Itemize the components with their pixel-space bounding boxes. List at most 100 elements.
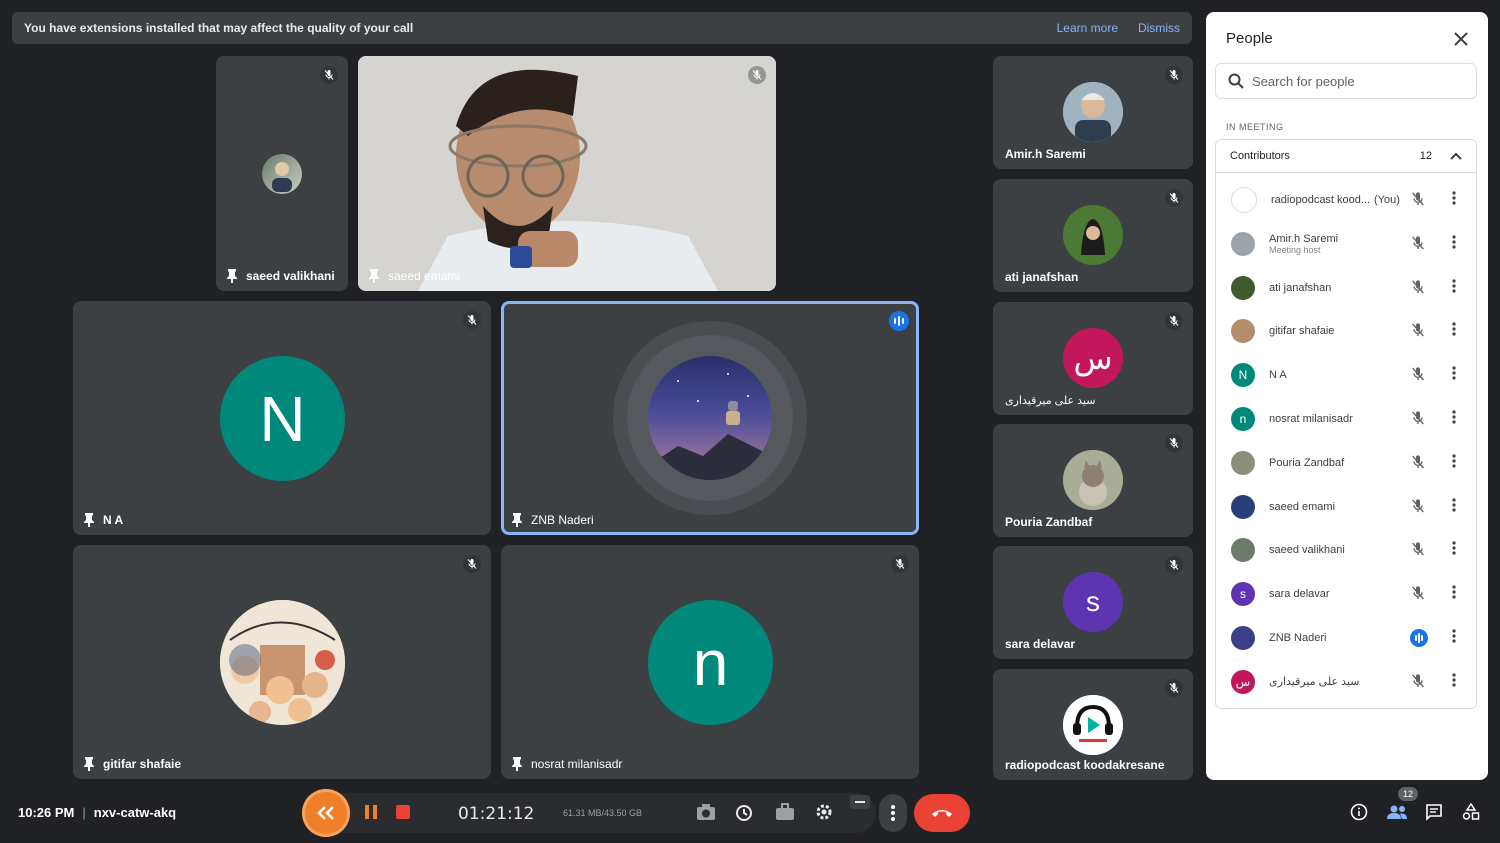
tile-saeed-valikhani[interactable]: saeed valikhani <box>216 56 348 291</box>
more-vertical-icon[interactable] <box>1452 585 1456 604</box>
pin-icon[interactable] <box>83 757 95 771</box>
more-vertical-icon[interactable] <box>1452 191 1456 210</box>
tile-na[interactable]: N N A <box>73 301 491 535</box>
speaking-indicator-icon <box>1410 629 1428 652</box>
participant-row[interactable]: س سید علی میرقیداری <box>1216 660 1478 704</box>
more-vertical-icon[interactable] <box>1452 366 1456 385</box>
learn-more-link[interactable]: Learn more <box>1057 21 1118 35</box>
pin-icon[interactable] <box>511 757 523 771</box>
participant-name-label: saeed emami <box>1269 500 1336 513</box>
participant-name: radiopodcast koodakresane <box>1005 758 1164 772</box>
tile-ati-janafshan[interactable]: ati janafshan <box>993 179 1193 292</box>
participant-row[interactable]: ZNB Naderi <box>1216 616 1478 660</box>
participant-row[interactable]: radiopodcast kood... (You) <box>1216 178 1478 222</box>
name-label: saeed emami <box>388 269 461 283</box>
pin-icon[interactable] <box>368 269 380 283</box>
participant-avatar <box>1231 494 1255 519</box>
tile-pouria-zandbaf[interactable]: Pouria Zandbaf <box>993 424 1193 537</box>
tile-nosrat-milanisadr[interactable]: n nosrat milanisadr <box>501 545 919 779</box>
name-label: Pouria Zandbaf <box>1005 515 1093 529</box>
participant-name: Pouria Zandbaf <box>1269 457 1399 469</box>
people-button[interactable] <box>1386 802 1408 822</box>
more-vertical-icon[interactable] <box>1452 235 1456 254</box>
you-label: (You) <box>1374 194 1400 206</box>
recorder-collapse-button[interactable] <box>302 789 350 837</box>
people-panel: People Search for people IN MEETING Cont… <box>1206 12 1488 780</box>
name-label: sara delavar <box>1005 637 1076 651</box>
more-vertical-icon[interactable] <box>1452 278 1456 298</box>
pause-button[interactable] <box>362 803 380 821</box>
muted-mic-icon <box>1410 410 1426 431</box>
participant-name: ati janafshan <box>1269 282 1399 294</box>
camera-video <box>358 56 776 291</box>
more-vertical-icon[interactable] <box>1452 497 1456 517</box>
participant-row[interactable]: n nosrat milanisadr <box>1216 397 1478 441</box>
participant-name: ZNB Naderi <box>511 513 594 527</box>
participant-row[interactable]: s sara delavar <box>1216 572 1478 616</box>
participant-name-label: ZNB Naderi <box>1269 632 1327 644</box>
more-vertical-icon[interactable] <box>1452 629 1456 648</box>
participant-avatar <box>1231 231 1255 256</box>
participant-name: nosrat milanisadr <box>1269 413 1399 425</box>
more-vertical-icon[interactable] <box>1452 410 1456 429</box>
close-icon[interactable] <box>1450 28 1472 50</box>
separator: | <box>82 805 86 820</box>
meeting-details-button[interactable] <box>1350 803 1368 821</box>
screenshot-button[interactable] <box>696 802 716 822</box>
stop-button[interactable] <box>394 803 412 821</box>
muted-mic-icon <box>1410 366 1426 387</box>
participant-name-label: Amir.h Saremi <box>1269 232 1339 245</box>
participant-avatar <box>1231 187 1257 213</box>
muted-mic-icon <box>748 66 766 84</box>
participant-row[interactable]: saeed emami <box>1216 485 1478 529</box>
extensions-warning-banner: You have extensions installed that may a… <box>12 12 1192 44</box>
participant-name: sara delavar <box>1269 588 1399 600</box>
tile-radiopodcast[interactable]: radiopodcast koodakresane <box>993 669 1193 780</box>
pin-icon[interactable] <box>511 513 523 527</box>
minimize-recorder-button[interactable] <box>850 795 870 809</box>
more-options-button[interactable] <box>879 794 907 832</box>
tile-gitifar-shafaie[interactable]: gitifar shafaie <box>73 545 491 779</box>
activities-button[interactable] <box>1462 803 1480 821</box>
tile-amir-saremi[interactable]: Amir.h Saremi <box>993 56 1193 169</box>
participant-row[interactable]: ati janafshan <box>1216 266 1478 310</box>
name-label: Amir.h Saremi <box>1005 147 1086 161</box>
search-placeholder: Search for people <box>1252 73 1355 89</box>
shapes-icon <box>1462 803 1480 820</box>
banner-message: You have extensions installed that may a… <box>24 21 414 35</box>
tile-seyed-ali[interactable]: س سید علی میرقیداری <box>993 302 1193 415</box>
contributors-header[interactable]: Contributors 12 <box>1216 140 1476 173</box>
participant-avatar: n <box>1231 407 1255 431</box>
participant-row[interactable]: gitifar shafaie <box>1216 309 1478 353</box>
participant-row[interactable]: Amir.h Saremi Meeting host <box>1216 222 1478 266</box>
name-label: ZNB Naderi <box>531 513 594 527</box>
recorder-settings-button[interactable] <box>814 802 834 822</box>
schedule-button[interactable] <box>734 802 754 822</box>
dismiss-button[interactable]: Dismiss <box>1138 21 1180 35</box>
toolbox-button[interactable] <box>775 802 795 822</box>
participant-name-label: sara delavar <box>1269 588 1330 601</box>
pin-icon[interactable] <box>83 513 95 527</box>
participant-avatar: s <box>1231 582 1255 607</box>
tile-znb-naderi[interactable]: ZNB Naderi <box>501 301 919 535</box>
leave-call-button[interactable] <box>914 794 970 832</box>
chevron-up-icon[interactable] <box>1450 152 1462 160</box>
more-vertical-icon[interactable] <box>1452 454 1456 473</box>
muted-mic-icon <box>1410 585 1426 606</box>
pin-icon[interactable] <box>226 269 238 283</box>
participant-row[interactable]: Pouria Zandbaf <box>1216 441 1478 485</box>
muted-mic-icon <box>1165 679 1183 697</box>
tile-sara-delavar[interactable]: s sara delavar <box>993 546 1193 659</box>
participant-row[interactable]: saeed valikhani <box>1216 528 1478 572</box>
participant-name: سید علی میرقیداری <box>1269 675 1399 688</box>
search-input[interactable]: Search for people <box>1215 63 1477 99</box>
avatar-initial: N <box>220 356 345 481</box>
muted-mic-icon <box>1165 434 1183 452</box>
avatar <box>1063 450 1123 510</box>
tile-saeed-emami-video[interactable]: saeed emami <box>358 56 776 291</box>
more-vertical-icon[interactable] <box>1452 541 1456 560</box>
more-vertical-icon[interactable] <box>1452 322 1456 341</box>
chat-button[interactable] <box>1425 803 1443 821</box>
participant-row[interactable]: NN A <box>1216 353 1478 397</box>
more-vertical-icon[interactable] <box>1452 673 1456 692</box>
